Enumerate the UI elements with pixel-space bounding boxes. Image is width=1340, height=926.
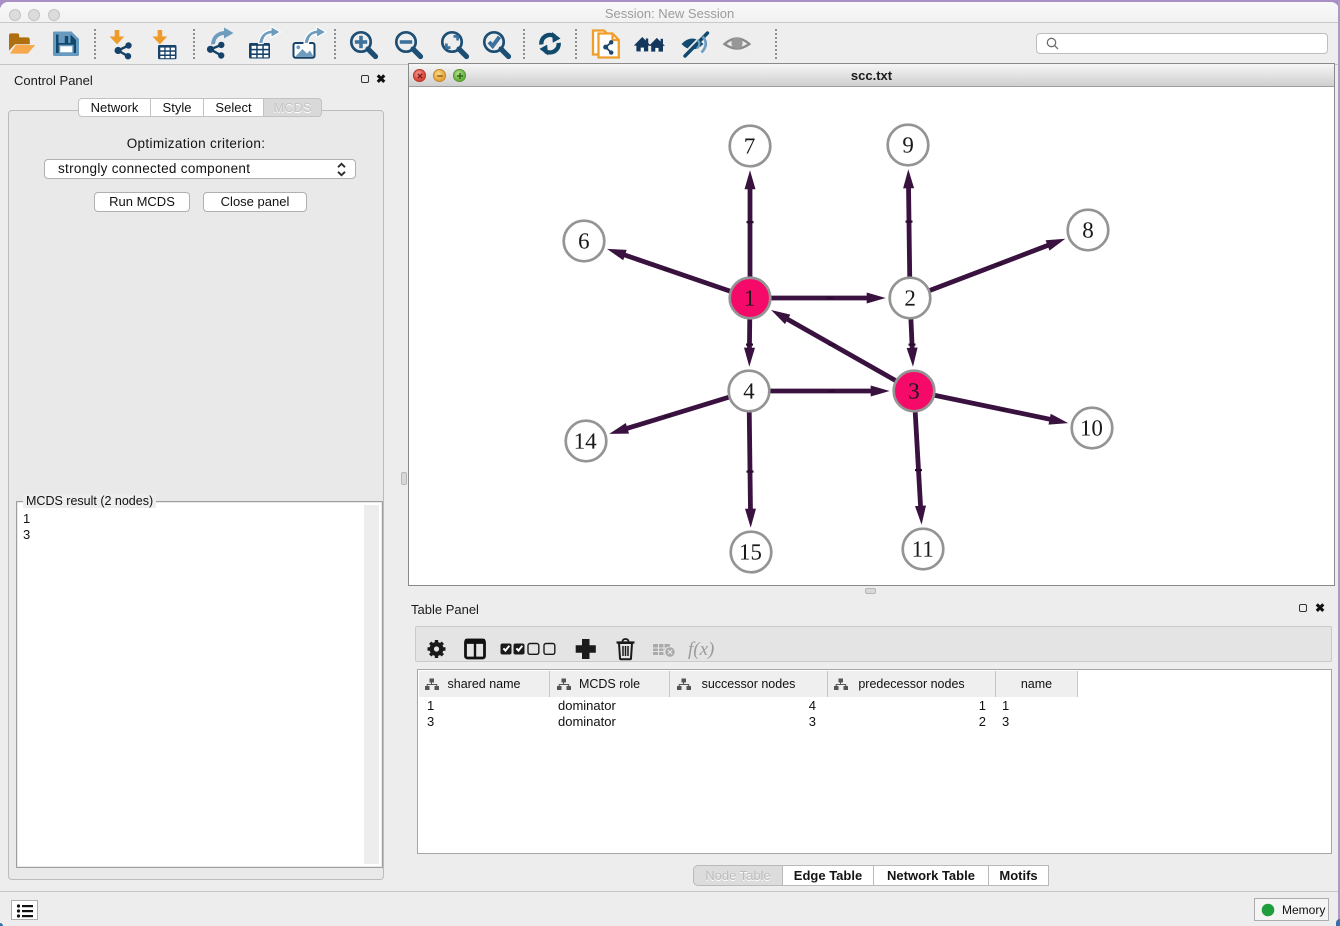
svg-text:f(x): f(x)	[688, 639, 714, 660]
